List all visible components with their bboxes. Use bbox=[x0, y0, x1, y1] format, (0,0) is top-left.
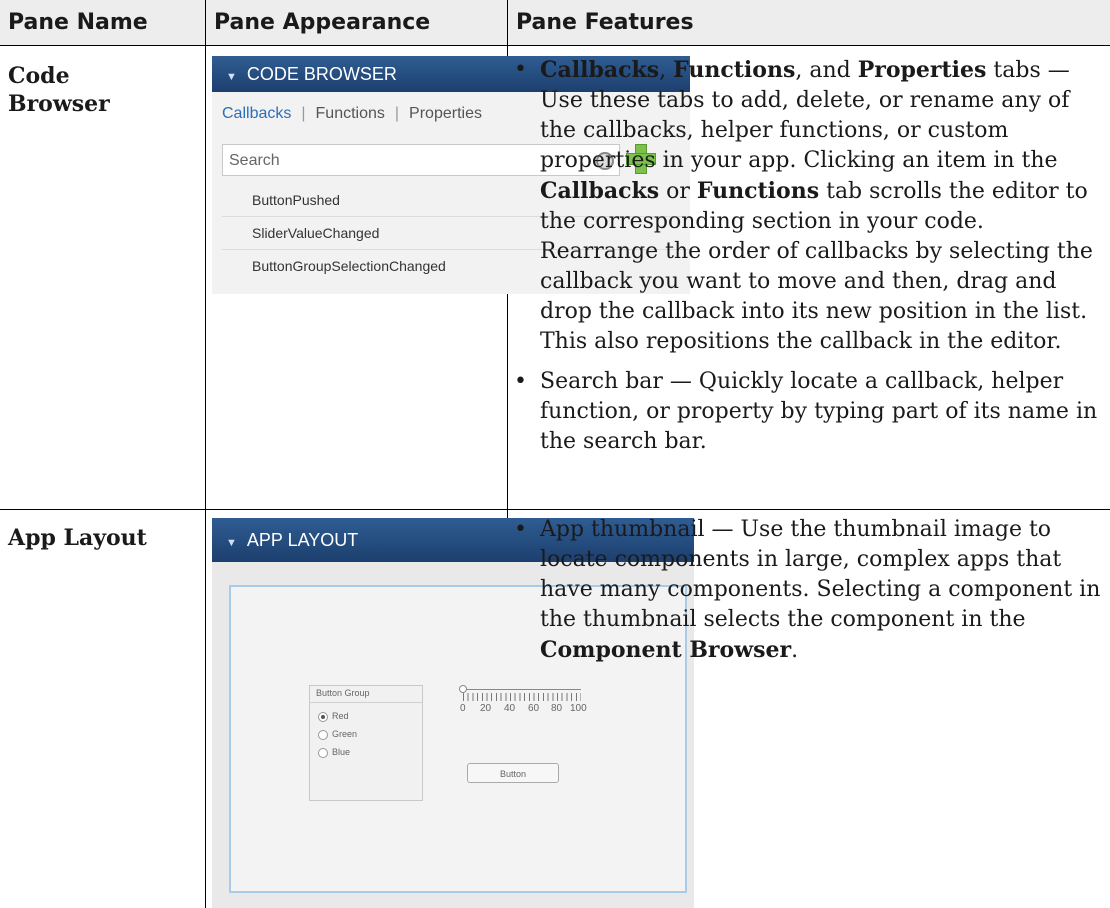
header-pane-features: Pane Features bbox=[508, 0, 1110, 45]
button-group: Button Group Red Green Blue bbox=[309, 685, 423, 801]
tab-properties: Properties bbox=[409, 105, 482, 122]
thumbnail-button: Button bbox=[467, 763, 559, 783]
radio-blue bbox=[318, 748, 328, 758]
feature-search-bar: Search bar — Quickly locate a callback, … bbox=[508, 367, 1104, 457]
app-layout-features: App thumbnail — Use the thumbnail image … bbox=[508, 515, 1104, 666]
row-divider bbox=[0, 509, 1110, 510]
slider-tick-label: 20 bbox=[480, 703, 492, 714]
slider-tick-label: 0 bbox=[460, 703, 466, 714]
header-pane-appearance: Pane Appearance bbox=[206, 0, 507, 45]
radio-red bbox=[318, 712, 328, 722]
feature-tabs: Callbacks, Functions, and Properties tab… bbox=[508, 55, 1104, 357]
radio-green bbox=[318, 730, 328, 740]
slider-thumb bbox=[459, 685, 467, 693]
pane-table: Pane Name Pane Appearance Pane Features … bbox=[0, 0, 1110, 908]
feature-app-thumbnail: App thumbnail — Use the thumbnail image … bbox=[508, 515, 1104, 666]
tab-callbacks: Callbacks bbox=[222, 105, 292, 122]
slider-track bbox=[463, 689, 581, 690]
slider-ticks bbox=[463, 693, 581, 701]
pane-name-code-browser: Code Browser bbox=[8, 63, 110, 117]
slider-tick-label: 80 bbox=[551, 703, 563, 714]
code-browser-features: Callbacks, Functions, and Properties tab… bbox=[508, 55, 1104, 457]
slider-tick-label: 40 bbox=[504, 703, 516, 714]
header-pane-name: Pane Name bbox=[0, 0, 205, 45]
column-divider bbox=[205, 0, 206, 908]
tab-functions: Functions bbox=[315, 105, 385, 122]
collapse-triangle-icon: ▼ bbox=[226, 537, 237, 549]
slider-tick-label: 100 bbox=[570, 703, 587, 714]
row-divider bbox=[0, 45, 1110, 46]
pane-name-app-layout: App Layout bbox=[8, 525, 147, 551]
collapse-triangle-icon: ▼ bbox=[226, 71, 237, 83]
slider-tick-label: 60 bbox=[528, 703, 540, 714]
